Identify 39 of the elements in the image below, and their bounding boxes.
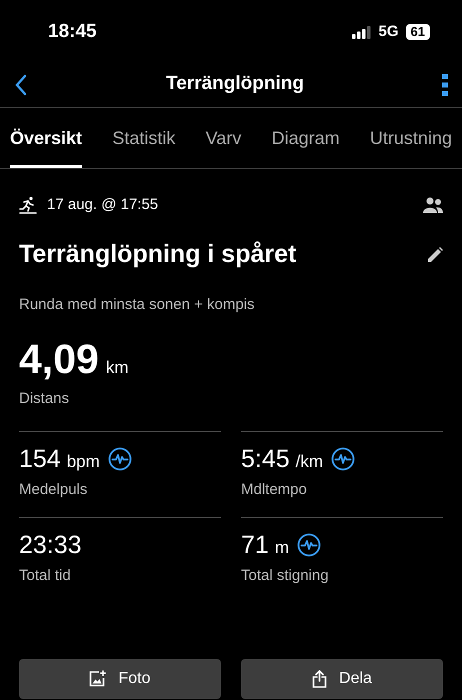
- tab[interactable]: Översikt: [10, 108, 82, 168]
- signal-icon: [352, 26, 372, 38]
- activity-date: 17 aug. @ 17:55: [47, 194, 158, 215]
- stat-label: Total tid: [19, 566, 72, 586]
- tab[interactable]: Statistik: [112, 108, 176, 168]
- chart-link-icon[interactable]: [331, 446, 356, 471]
- stat-label: Medelpuls: [19, 480, 88, 500]
- stat-unit: bpm: [66, 450, 100, 472]
- stat-unit: m: [274, 536, 289, 558]
- stat-label: Total stigning: [241, 566, 330, 586]
- more-menu-icon[interactable]: [442, 74, 448, 96]
- stat-value: 71: [241, 530, 269, 560]
- runner-icon: [19, 196, 37, 214]
- network-label: 5G: [378, 22, 399, 42]
- activity-description: Runda med minsta sonen + kompis: [19, 294, 256, 314]
- stat-unit: /km: [296, 450, 324, 472]
- people-icon[interactable]: [423, 197, 443, 213]
- edit-icon[interactable]: [427, 246, 443, 263]
- distance-label: Distans: [19, 389, 70, 409]
- distance-unit: km: [106, 357, 128, 379]
- add-photo-icon: [89, 670, 106, 687]
- photo-button[interactable]: Foto: [19, 658, 221, 698]
- stat-value: 5:45: [241, 444, 290, 474]
- activity-title: Terränglöpning i spåret: [19, 239, 296, 270]
- tab[interactable]: Diagram: [272, 108, 340, 168]
- tab[interactable]: Utrustning: [370, 108, 452, 168]
- tab[interactable]: Varv: [206, 108, 242, 168]
- battery-level: 61: [406, 24, 430, 40]
- status-time: 18:45: [48, 20, 97, 44]
- share-button[interactable]: Dela: [241, 658, 443, 698]
- stat-value: 154: [19, 444, 61, 474]
- stat-value: 23:33: [19, 530, 82, 560]
- chart-link-icon[interactable]: [296, 532, 321, 557]
- page-title: Terränglöpning: [166, 72, 304, 96]
- share-icon: [312, 670, 328, 688]
- distance-value: 4,09: [19, 336, 99, 382]
- chart-link-icon[interactable]: [108, 446, 132, 471]
- back-icon[interactable]: [14, 74, 28, 96]
- stat-label: Mdltempo: [241, 480, 308, 500]
